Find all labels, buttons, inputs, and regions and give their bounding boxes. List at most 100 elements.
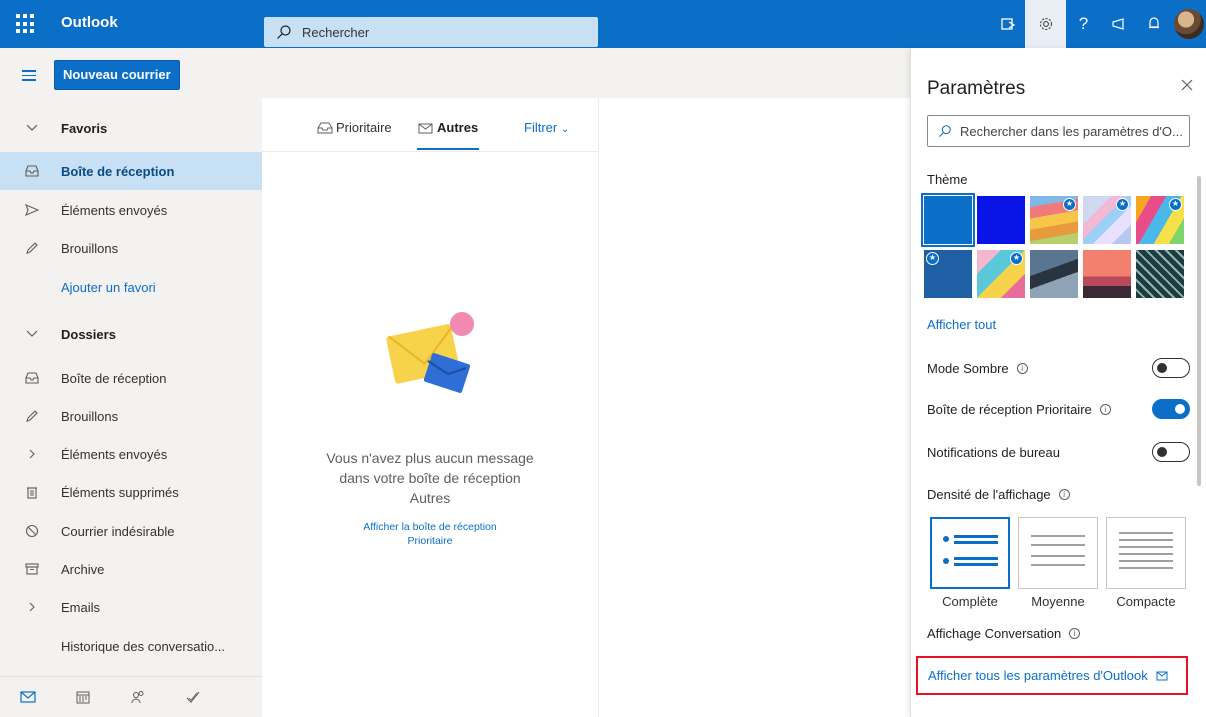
chevron-right-icon[interactable]	[24, 599, 40, 615]
desktop-notifications-toggle[interactable]	[1152, 442, 1190, 462]
sidebar-item-label: Courrier indésirable	[61, 523, 175, 539]
calendar-icon[interactable]	[55, 677, 110, 717]
theme-dark-blue[interactable]	[977, 196, 1025, 244]
app-name[interactable]: Outlook	[61, 14, 118, 31]
theme-rainbow[interactable]: ★	[1136, 196, 1184, 244]
todo-icon[interactable]	[165, 677, 220, 717]
sidebar-item-conversation-history[interactable]: Historique des conversatio...	[0, 627, 262, 665]
favorites-label: Favoris	[61, 120, 108, 136]
theme-pastel[interactable]: ★	[1083, 196, 1131, 244]
show-all-themes-link[interactable]: Afficher tout	[927, 317, 996, 332]
pencil-icon	[24, 408, 40, 424]
search-input[interactable]: Rechercher	[302, 25, 369, 40]
folders-label: Dossiers	[61, 326, 116, 342]
message-list: Prioritaire Autres Filtrer ⌄ Vous n'avez…	[262, 98, 598, 717]
archive-icon	[24, 561, 40, 577]
sidebar-item-junk[interactable]: Courrier indésirable	[0, 512, 262, 550]
theme-road[interactable]	[1030, 250, 1078, 298]
chevron-right-icon[interactable]	[24, 446, 40, 462]
star-icon: ★	[926, 252, 939, 265]
account-button[interactable]	[1171, 0, 1206, 48]
folder-pane: Favoris Boîte de réception Éléments envo…	[0, 98, 262, 717]
module-switcher	[0, 676, 262, 717]
info-icon[interactable]: i	[1099, 404, 1111, 415]
app-launcher-icon[interactable]	[16, 14, 38, 34]
trash-icon	[24, 484, 40, 500]
theme-picker: ★ ★ ★ ★ ★	[921, 193, 1190, 298]
mail-icon[interactable]	[0, 677, 55, 717]
sidebar-item-inbox-favorite[interactable]: Boîte de réception	[0, 152, 262, 190]
tab-other[interactable]: Autres	[418, 120, 478, 135]
theme-circuit-blue[interactable]: ★	[924, 250, 972, 298]
new-mail-button[interactable]: Nouveau courrier	[54, 60, 180, 90]
sidebar-item-deleted[interactable]: Éléments supprimés	[0, 473, 262, 511]
theme-pattern[interactable]: ★	[977, 250, 1025, 298]
sidebar-item-label: Archive	[61, 561, 105, 577]
chevron-down-icon: ⌄	[560, 124, 570, 135]
dark-mode-toggle[interactable]	[1152, 358, 1190, 378]
sidebar-item-label: Brouillons	[61, 408, 119, 424]
density-compact-option[interactable]	[1106, 517, 1186, 589]
settings-title: Paramètres	[927, 78, 1026, 99]
tab-focused[interactable]: Prioritaire	[317, 120, 392, 135]
info-icon[interactable]: i	[1016, 363, 1028, 374]
density-medium-option[interactable]	[1018, 517, 1098, 589]
scrollbar[interactable]	[1197, 176, 1201, 486]
sidebar-item-inbox[interactable]: Boîte de réception	[0, 359, 262, 397]
help-icon[interactable]: ?	[1066, 0, 1101, 48]
sidebar-item-drafts[interactable]: Brouillons	[0, 397, 262, 435]
sidebar-item-drafts-favorite[interactable]: Brouillons	[0, 229, 262, 267]
density-full-preview	[943, 535, 998, 566]
density-compact-preview	[1119, 532, 1173, 569]
filter-button[interactable]: Filtrer ⌄	[524, 120, 569, 135]
gear-icon[interactable]	[1025, 0, 1066, 48]
mail-icon	[418, 123, 433, 133]
info-icon[interactable]: i	[1058, 489, 1070, 500]
empty-state-message: Vous n'avez plus aucun message dans votr…	[326, 450, 534, 506]
desktop-notifications-label: Notifications de bureau	[927, 445, 1060, 460]
info-icon[interactable]: i	[1069, 628, 1081, 639]
sidebar-item-label: Boîte de réception	[61, 163, 175, 179]
sidebar-item-label: Historique des conversatio...	[61, 638, 226, 654]
theme-label: Thème	[927, 172, 968, 187]
show-focused-inbox-link[interactable]: Afficher la boîte de réception Prioritai…	[342, 520, 518, 548]
inbox-icon	[317, 122, 333, 133]
theme-sunset[interactable]	[1083, 250, 1131, 298]
sidebar-item-archive[interactable]: Archive	[0, 550, 262, 588]
sidebar-item-label: Emails	[61, 599, 101, 615]
theme-blue[interactable]	[921, 193, 975, 247]
folders-header[interactable]: Dossiers	[0, 315, 262, 353]
theme-circuit[interactable]	[1136, 250, 1184, 298]
view-all-settings-link[interactable]: Afficher tous les paramètres d'Outlook	[916, 656, 1188, 695]
active-tab-indicator	[417, 148, 479, 150]
density-full-option[interactable]	[930, 517, 1010, 589]
sidebar-item-sent[interactable]: Éléments envoyés	[0, 435, 262, 473]
add-favorite-label: Ajouter un favori	[61, 279, 156, 295]
search-icon	[277, 25, 291, 39]
focused-inbox-label: Boîte de réception Prioritaire	[927, 402, 1092, 417]
open-dialog-icon	[1156, 671, 1168, 680]
bell-icon[interactable]	[1136, 0, 1171, 48]
search-icon	[938, 125, 951, 138]
focused-inbox-toggle[interactable]	[1152, 399, 1190, 419]
star-icon: ★	[1169, 198, 1182, 211]
sidebar-item-sent-favorite[interactable]: Éléments envoyés	[0, 191, 262, 229]
close-icon[interactable]	[1180, 78, 1194, 92]
tab-label: Autres	[437, 120, 479, 135]
star-icon: ★	[1063, 198, 1076, 211]
density-medium-label: Moyenne	[1031, 594, 1085, 609]
density-full-label: Complète	[942, 594, 998, 609]
megaphone-icon[interactable]	[1101, 0, 1136, 48]
add-favorite-link[interactable]: Ajouter un favori	[0, 268, 262, 306]
view-all-settings-label: Afficher tous les paramètres d'Outlook	[928, 668, 1148, 683]
my-day-icon[interactable]	[990, 0, 1025, 48]
search-box[interactable]: Rechercher	[264, 17, 598, 47]
sidebar-item-emails[interactable]: Emails	[0, 588, 262, 626]
people-icon[interactable]	[110, 677, 165, 717]
hamburger-menu-icon[interactable]	[22, 70, 36, 84]
inbox-icon	[24, 370, 40, 386]
command-bar: Nouveau courrier	[0, 48, 910, 98]
settings-search-input[interactable]: Rechercher dans les paramètres d'O...	[927, 115, 1190, 147]
favorites-header[interactable]: Favoris	[0, 109, 262, 147]
theme-colorful-stripes[interactable]: ★	[1030, 196, 1078, 244]
